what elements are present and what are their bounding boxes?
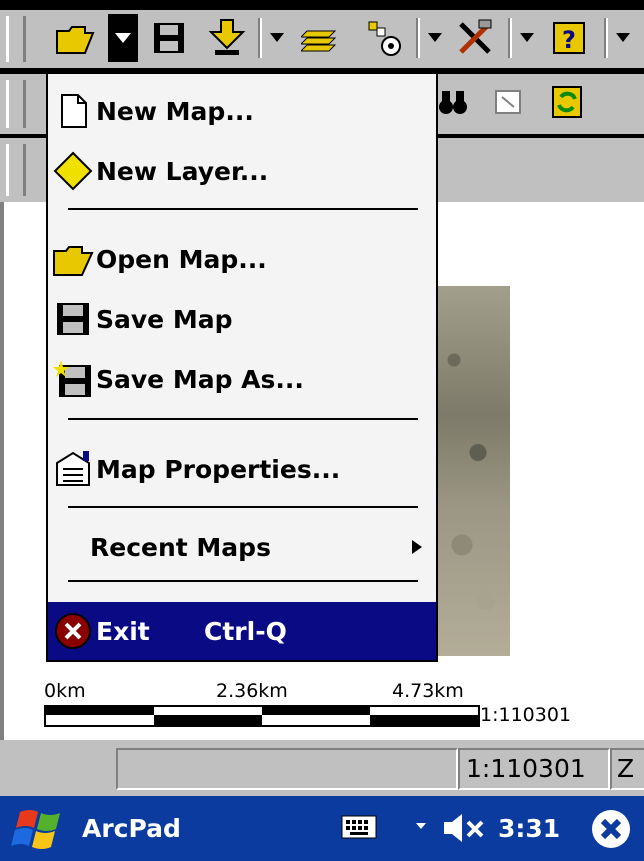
binoculars-icon <box>439 91 467 114</box>
main-toolbar: ? <box>0 10 644 68</box>
floppy-star-icon <box>50 356 96 402</box>
save-button[interactable] <box>146 14 192 62</box>
menu-separator <box>68 580 418 582</box>
svg-text:?: ? <box>562 26 576 54</box>
menu-item-map-properties[interactable]: Map Properties... <box>48 440 436 498</box>
status-message <box>116 748 458 790</box>
windows-flag-icon <box>11 810 60 849</box>
scale-label-0: 0km <box>44 680 86 702</box>
keyboard-button[interactable] <box>340 812 380 844</box>
menu-item-label: Recent Maps <box>90 532 271 562</box>
menu-item-shortcut: Ctrl-Q <box>204 616 287 646</box>
scale-bar <box>44 705 480 727</box>
status-extra: Z <box>617 754 635 783</box>
gps-button[interactable] <box>360 14 406 62</box>
menu-item-label: Open Map... <box>96 244 267 274</box>
menu-separator <box>68 506 418 508</box>
clear-selection-icon <box>495 90 521 114</box>
input-dropdown[interactable] <box>412 818 430 836</box>
menu-item-new-map[interactable]: New Map... <box>48 82 436 140</box>
menu-item-save-map-as[interactable]: Save Map As... <box>48 350 436 408</box>
menu-separator <box>68 418 418 420</box>
toolbar-grip[interactable] <box>6 144 26 196</box>
menu-item-new-layer[interactable]: New Layer... <box>48 142 436 200</box>
toolbar-grip[interactable] <box>6 16 26 62</box>
status-scale: 1:110301 <box>466 754 586 783</box>
chevron-down-icon <box>520 33 534 42</box>
menu-item-label: Map Properties... <box>96 454 341 484</box>
add-data-button[interactable] <box>204 14 250 62</box>
exit-icon <box>50 608 96 654</box>
tools-icon <box>459 19 492 54</box>
properties-icon <box>50 446 96 492</box>
menu-item-open-map[interactable]: Open Map... <box>48 230 436 288</box>
submenu-arrow-icon <box>412 540 422 554</box>
aerial-imagery <box>430 286 510 656</box>
refresh-icon <box>552 86 582 118</box>
floppy-icon <box>154 23 184 53</box>
close-icon <box>592 810 630 848</box>
open-folder-icon <box>50 236 96 282</box>
menu-separator <box>68 208 418 210</box>
menu-item-save-map[interactable]: Save Map <box>48 290 436 348</box>
start-button[interactable] <box>10 808 70 850</box>
close-button[interactable] <box>590 808 632 850</box>
menu-item-recent-maps[interactable]: Recent Maps <box>48 518 436 576</box>
file-menu: New Map... New Layer... Open Map... Save… <box>46 72 438 662</box>
diamond-icon <box>50 148 96 194</box>
tools-button[interactable] <box>452 14 498 62</box>
chevron-down-icon <box>616 33 630 42</box>
tools-dropdown[interactable] <box>518 14 536 62</box>
chevron-down-icon <box>428 33 442 42</box>
menu-item-label: New Layer... <box>96 156 269 186</box>
document-icon <box>50 88 96 134</box>
scale-ratio: 1:110301 <box>480 704 572 726</box>
scale-label-2: 4.73km <box>392 680 464 702</box>
floppy-icon <box>50 296 96 342</box>
chevron-down-icon <box>270 33 284 42</box>
menu-item-exit[interactable]: Exit Ctrl-Q <box>48 602 436 660</box>
add-dropdown[interactable] <box>268 14 286 62</box>
refresh-button[interactable] <box>544 78 590 126</box>
chevron-down-icon <box>416 823 426 829</box>
clock[interactable]: 3:31 <box>498 814 560 843</box>
layers-button[interactable] <box>298 14 344 62</box>
chevron-down-icon <box>115 33 131 43</box>
clear-selection-button[interactable] <box>486 78 532 126</box>
layers-icon <box>301 30 337 52</box>
status-bar: 1:110301 Z <box>0 740 644 796</box>
menu-item-label: New Map... <box>96 96 254 126</box>
file-menu-dropdown[interactable] <box>108 14 138 62</box>
gps-satellite-icon <box>368 21 401 56</box>
menu-item-label: Exit <box>96 616 150 646</box>
volume-button[interactable] <box>440 810 490 846</box>
taskbar: ArcPad 3:31 <box>0 796 644 861</box>
keyboard-icon <box>341 815 377 839</box>
open-folder-icon <box>56 26 95 54</box>
scale-label-1: 2.36km <box>216 680 288 702</box>
menu-item-label: Save Map <box>96 304 233 334</box>
volume-muted-icon <box>444 814 484 842</box>
open-folder-button[interactable] <box>52 14 98 62</box>
toolbar-grip[interactable] <box>6 80 26 128</box>
help-icon: ? <box>553 22 585 54</box>
help-dropdown[interactable] <box>614 14 632 62</box>
help-button[interactable]: ? <box>546 14 592 62</box>
menu-item-label: Save Map As... <box>96 364 304 394</box>
taskbar-app-title: ArcPad <box>82 814 181 843</box>
gps-dropdown[interactable] <box>426 14 444 62</box>
add-layer-icon <box>208 19 246 55</box>
